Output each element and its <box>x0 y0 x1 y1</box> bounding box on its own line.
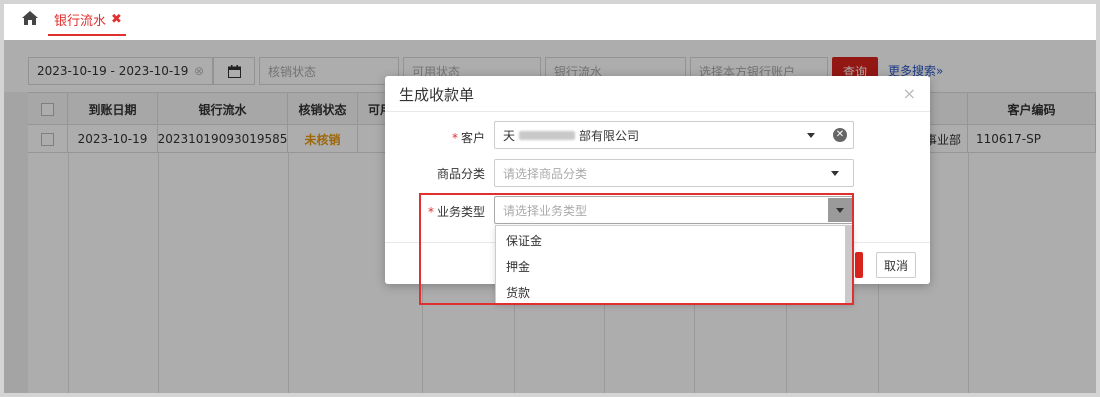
close-icon[interactable]: × <box>903 84 916 103</box>
chevron-down-icon[interactable] <box>831 171 839 176</box>
clear-icon[interactable]: ✕ <box>833 128 847 142</box>
highlight-box <box>419 193 854 305</box>
customer-label-text: 客户 <box>460 131 485 145</box>
redacted-text <box>519 130 576 140</box>
required-mark: * <box>451 131 458 145</box>
tab-close-icon[interactable]: ✖ <box>111 12 122 27</box>
dialog-title: 生成收款单 <box>399 86 475 104</box>
customer-select[interactable]: 天 部有限公司 ✕ <box>494 121 854 149</box>
customer-value-suffix: 部有限公司 <box>579 128 640 143</box>
cancel-label: 取消 <box>883 258 908 273</box>
dialog-header: 生成收款单 × <box>385 76 930 112</box>
cancel-button[interactable]: 取消 <box>876 252 916 278</box>
tab-bank-flow[interactable]: 银行流水 ✖ <box>48 4 126 36</box>
confirm-button[interactable] <box>855 252 863 278</box>
chevron-down-icon[interactable] <box>807 133 815 138</box>
tab-label: 银行流水 <box>54 13 107 29</box>
product-category-select[interactable]: 请选择商品分类 <box>494 159 854 187</box>
customer-value-prefix: 天 <box>503 128 516 143</box>
product-category-placeholder: 请选择商品分类 <box>503 166 588 181</box>
home-icon[interactable] <box>20 8 40 28</box>
tab-bar: 银行流水 ✖ <box>4 4 1096 40</box>
product-category-label: 商品分类 <box>436 167 485 181</box>
customer-label: * 客户 <box>435 129 485 146</box>
app-frame: 银行流水 ✖ 2023-10-19 - 2023-10-19 ⊗ 核销状态 可用… <box>0 0 1100 397</box>
